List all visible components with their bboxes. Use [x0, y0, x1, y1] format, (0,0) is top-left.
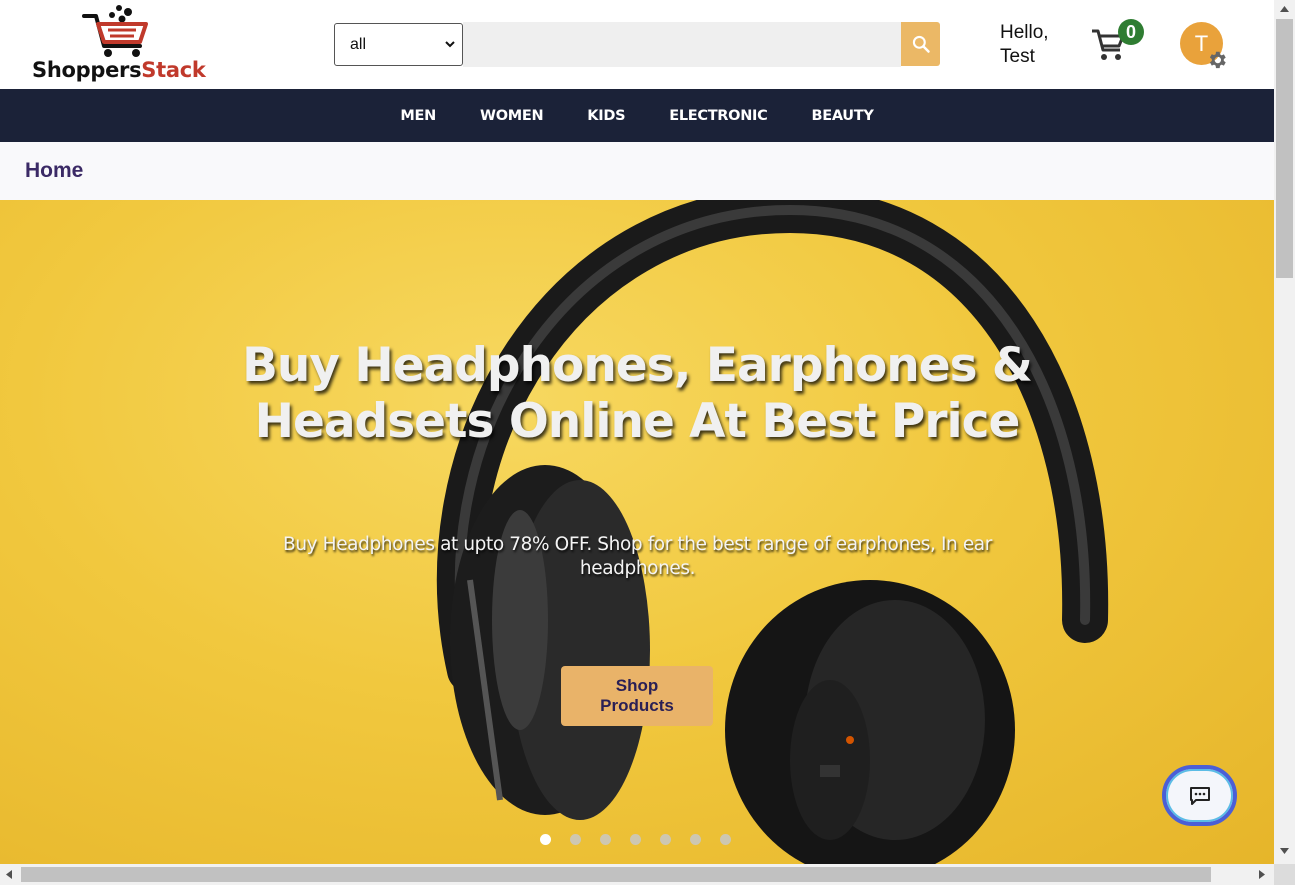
- scroll-right-arrow-icon[interactable]: [1259, 870, 1265, 879]
- scroll-left-arrow-icon[interactable]: [6, 870, 12, 879]
- carousel-dot[interactable]: [600, 834, 611, 845]
- horizontal-scroll-thumb[interactable]: [21, 867, 1211, 882]
- gear-icon[interactable]: [1206, 49, 1228, 71]
- breadcrumb-home[interactable]: Home: [25, 159, 83, 183]
- greeting-user: Test: [1000, 46, 1035, 67]
- logo-text: ShoppersStack: [32, 58, 206, 82]
- shop-button-line2: Products: [600, 696, 674, 715]
- carousel-dot[interactable]: [720, 834, 731, 845]
- scrollbar-corner: [1274, 864, 1295, 885]
- search-input[interactable]: [463, 22, 901, 67]
- carousel-dot[interactable]: [660, 834, 671, 845]
- hero-subtitle: Buy Headphones at upto 78% OFF. Shop for…: [283, 534, 992, 579]
- vertical-scrollbar[interactable]: [1274, 0, 1295, 864]
- hero-carousel: Buy Headphones, Earphones & Headsets Onl…: [0, 200, 1274, 864]
- search-icon: [912, 35, 930, 53]
- hero-title: Buy Headphones, Earphones & Headsets Onl…: [242, 338, 1033, 449]
- category-nav: MEN WOMEN KIDS ELECTRONIC BEAUTY: [0, 89, 1274, 142]
- scroll-down-arrow-icon[interactable]: [1280, 848, 1289, 854]
- page-viewport: ShoppersStack all Hello, Test 0 T MEN WO…: [0, 0, 1274, 864]
- chat-icon: [1189, 786, 1210, 805]
- carousel-dot[interactable]: [690, 834, 701, 845]
- nav-item-women[interactable]: WOMEN: [480, 108, 544, 124]
- site-header: ShoppersStack all Hello, Test 0 T: [0, 0, 1274, 89]
- user-greeting: Hello, Test: [1000, 21, 1049, 69]
- nav-item-kids[interactable]: KIDS: [587, 108, 625, 124]
- shop-button-line1: Shop: [615, 676, 659, 695]
- chat-button[interactable]: [1162, 765, 1237, 826]
- site-logo[interactable]: ShoppersStack: [30, 2, 230, 86]
- cart-count-badge: 0: [1118, 19, 1144, 45]
- vertical-scroll-thumb[interactable]: [1276, 19, 1293, 278]
- greeting-line1: Hello,: [1000, 22, 1049, 43]
- chevron-down-icon: [445, 41, 455, 48]
- breadcrumb-bar: Home: [0, 142, 1274, 200]
- search-button[interactable]: [901, 22, 940, 66]
- carousel-dot[interactable]: [540, 834, 551, 845]
- nav-item-beauty[interactable]: BEAUTY: [811, 108, 873, 124]
- nav-item-electronic[interactable]: ELECTRONIC: [669, 108, 768, 124]
- logo-cart-icon: [82, 5, 148, 57]
- shop-products-button[interactable]: Shop Products: [561, 666, 713, 726]
- category-select-value: all: [350, 35, 367, 53]
- category-select[interactable]: all: [334, 23, 463, 66]
- carousel-dot[interactable]: [630, 834, 641, 845]
- headphones-image: [436, 200, 1109, 864]
- carousel-indicators: [540, 834, 750, 845]
- scroll-up-arrow-icon[interactable]: [1280, 6, 1289, 12]
- horizontal-scrollbar[interactable]: [0, 864, 1274, 885]
- carousel-dot[interactable]: [570, 834, 581, 845]
- nav-item-men[interactable]: MEN: [400, 108, 436, 124]
